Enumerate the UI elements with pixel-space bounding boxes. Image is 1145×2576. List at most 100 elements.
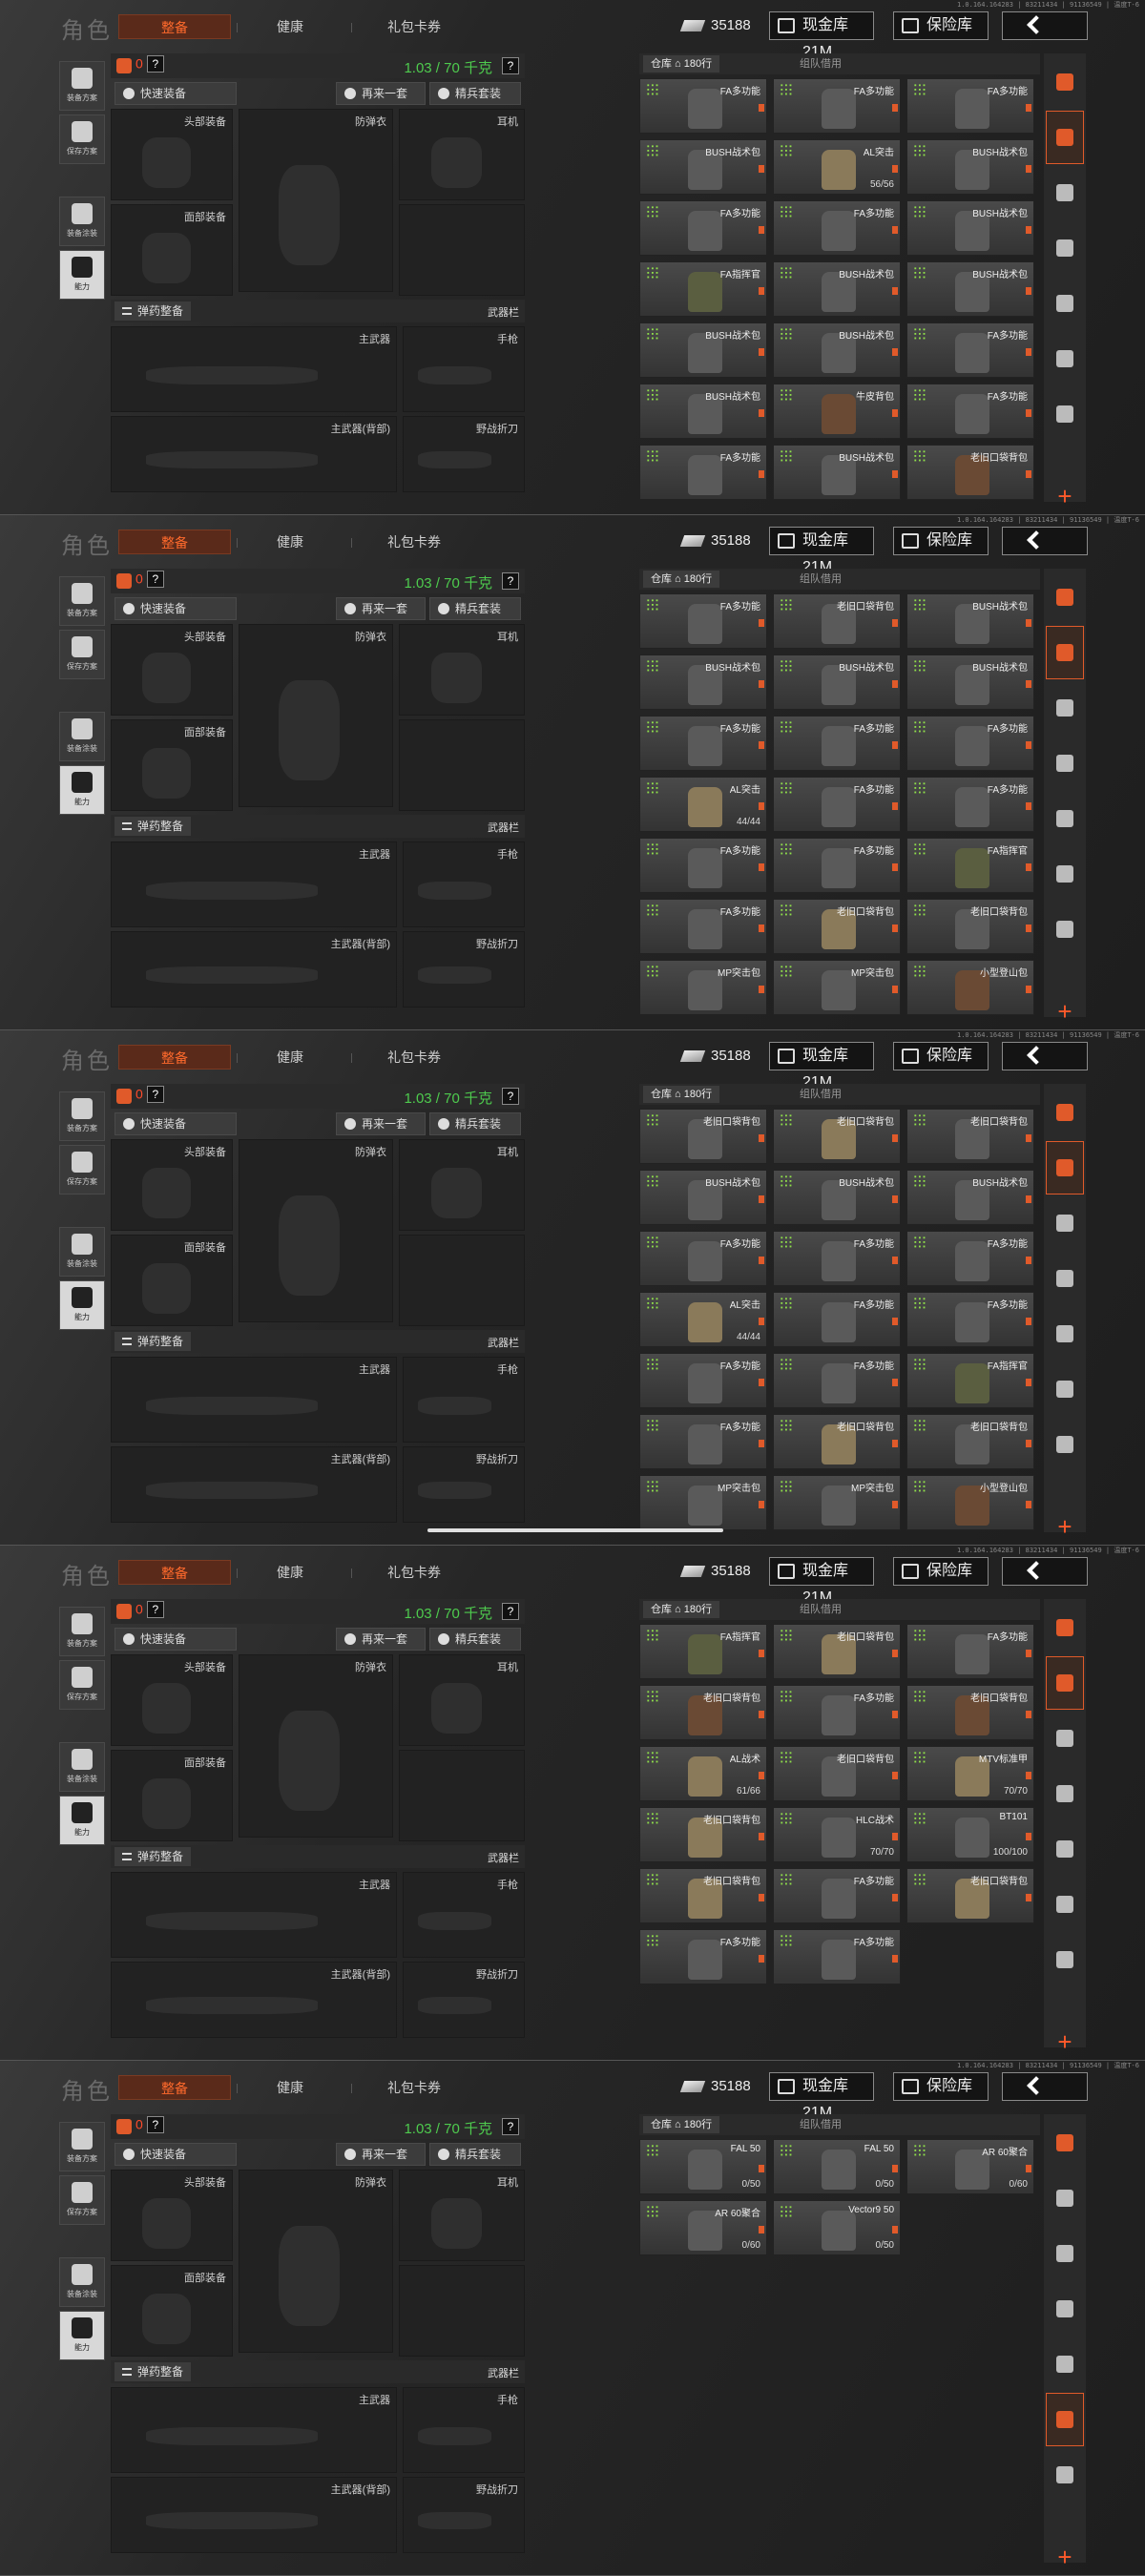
side-nav-7[interactable]: + [1046,985,1084,1029]
quick-equip-button[interactable]: 快速装备 [114,597,237,620]
side-nav-4[interactable] [1046,277,1084,330]
inventory-item[interactable]: MP突击包 [773,960,901,1015]
tab-warehouse[interactable]: 仓库 ⌂ 180行 [643,1601,720,1618]
inventory-item[interactable]: FA指挥官 [906,1353,1034,1408]
left-btn-0[interactable]: 装备方案 [59,1607,105,1656]
ammo-button[interactable]: 弹药整备 [114,817,192,836]
inventory-item[interactable]: BUSH战术包 [906,139,1034,195]
left-btn-0[interactable]: 装备方案 [59,61,105,111]
slot-armor[interactable]: 防弹衣 [239,2170,393,2353]
tab-2[interactable]: 礼包卡券 [357,530,471,554]
inventory-item[interactable]: FA多功能 [773,78,901,134]
inventory-item[interactable]: FA多功能 [773,200,901,256]
inventory-item[interactable]: FA指挥官 [639,261,767,317]
back-button[interactable] [1002,1557,1088,1586]
side-nav-2[interactable] [1046,681,1084,735]
inventory-item[interactable]: FA多功能 [773,716,901,771]
quick-equip-button[interactable]: 快速装备 [114,82,237,105]
left-btn-3[interactable]: 能力 [59,1796,105,1845]
tab-1[interactable]: 健康 [242,2075,338,2100]
back-button[interactable] [1002,1042,1088,1070]
slot-empty[interactable] [399,2265,525,2357]
inventory-item[interactable]: FA多功能 [639,200,767,256]
left-btn-3[interactable]: 能力 [59,250,105,300]
quick-equip-button[interactable]: 快速装备 [114,1628,237,1651]
again-button[interactable]: 再来一套 [336,1628,426,1651]
cash-vault-button[interactable]: 现金库 21M [769,2072,874,2121]
tab-team-borrow[interactable]: 组队借用 [792,571,849,588]
tab-1[interactable]: 健康 [242,530,338,554]
inventory-item[interactable]: FA多功能 [639,1231,767,1286]
side-nav-7[interactable]: + [1046,2530,1084,2575]
left-btn-1[interactable]: 保存方案 [59,114,105,164]
tab-warehouse[interactable]: 仓库 ⌂ 180行 [643,55,720,73]
left-btn-2[interactable]: 装备涂装 [59,712,105,761]
inventory-item[interactable]: FA多功能 [773,1685,901,1740]
side-nav-4[interactable] [1046,792,1084,845]
inventory-item[interactable]: FA多功能 [773,1231,901,1286]
inventory-item[interactable]: FA多功能 [773,1868,901,1923]
tab-1[interactable]: 健康 [242,14,338,39]
left-btn-0[interactable]: 装备方案 [59,2122,105,2171]
quick-equip-button[interactable]: 快速装备 [114,1112,237,1135]
side-nav-1[interactable] [1046,1656,1084,1710]
side-nav-5[interactable] [1046,1362,1084,1416]
tab-warehouse[interactable]: 仓库 ⌂ 180行 [643,571,720,588]
left-btn-1[interactable]: 保存方案 [59,1660,105,1710]
side-nav-1[interactable] [1046,111,1084,164]
inventory-item[interactable]: FA多功能 [639,78,767,134]
cash-vault-button[interactable]: 现金库 21M [769,1557,874,1606]
again-button[interactable]: 再来一套 [336,1112,426,1135]
tab-team-borrow[interactable]: 组队借用 [792,55,849,73]
slot-armor[interactable]: 防弹衣 [239,109,393,292]
weapon-slot-backup[interactable]: 主武器(背部) [111,416,397,492]
tab-2[interactable]: 礼包卡券 [357,2075,471,2100]
side-nav-1[interactable] [1046,626,1084,679]
weapon-slot-pistol[interactable]: 手枪 [403,1872,525,1958]
inventory-item[interactable]: FA多功能 [773,1353,901,1408]
weapon-slot-backup[interactable]: 主武器(背部) [111,1962,397,2038]
slot-head[interactable]: 头部装备 [111,624,233,716]
inventory-item[interactable]: 老旧口袋背包 [639,1807,767,1862]
inventory-item[interactable]: BUSH战术包 [906,1170,1034,1225]
safe-vault-button[interactable]: 保险库 [893,1042,989,1070]
elite-button[interactable]: 精兵套装 [429,597,521,620]
inventory-item[interactable]: FA多功能 [773,777,901,832]
slot-empty[interactable] [399,1750,525,1841]
weapon-slot-pistol[interactable]: 手枪 [403,1357,525,1443]
inventory-item[interactable]: FA多功能 [639,838,767,893]
inventory-item[interactable]: Vector9 50 0/50 [773,2200,901,2255]
safe-vault-button[interactable]: 保险库 [893,1557,989,1586]
weight-help-button[interactable]: ? [502,1088,519,1105]
again-button[interactable]: 再来一套 [336,82,426,105]
weapon-slot-knife[interactable]: 野战折刀 [403,931,525,1008]
inventory-item[interactable]: BUSH战术包 [639,384,767,439]
tab-1[interactable]: 健康 [242,1045,338,1070]
inventory-item[interactable]: BUSH战术包 [773,322,901,378]
inventory-item[interactable]: 老旧口袋背包 [773,1109,901,1164]
tab-2[interactable]: 礼包卡券 [357,1045,471,1070]
left-btn-1[interactable]: 保存方案 [59,2175,105,2225]
side-nav-6[interactable] [1046,2448,1084,2502]
inventory-item[interactable]: FAL 50 0/50 [773,2139,901,2194]
inventory-item[interactable]: HLC战术 70/70 [773,1807,901,1862]
inventory-item[interactable]: 老旧口袋背包 [906,1868,1034,1923]
inventory-item[interactable]: AL突击 56/56 [773,139,901,195]
left-btn-3[interactable]: 能力 [59,2311,105,2360]
inventory-item[interactable]: FA多功能 [906,716,1034,771]
help-button[interactable]: ? [146,1085,164,1103]
inventory-item[interactable]: 老旧口袋背包 [639,1685,767,1740]
inventory-item[interactable]: FA多功能 [639,1353,767,1408]
elite-button[interactable]: 精兵套装 [429,82,521,105]
side-nav-1[interactable] [1046,1141,1084,1195]
safe-vault-button[interactable]: 保险库 [893,527,989,555]
tab-0[interactable]: 整备 [118,530,231,554]
slot-armor[interactable]: 防弹衣 [239,624,393,807]
left-btn-1[interactable]: 保存方案 [59,630,105,679]
inventory-item[interactable]: FA多功能 [906,1292,1034,1347]
weapon-slot-primary[interactable]: 主武器 [111,2387,397,2473]
cash-vault-button[interactable]: 现金库 21M [769,11,874,60]
tab-0[interactable]: 整备 [118,1045,231,1070]
slot-ear[interactable]: 耳机 [399,1139,525,1231]
ammo-button[interactable]: 弹药整备 [114,2362,192,2381]
